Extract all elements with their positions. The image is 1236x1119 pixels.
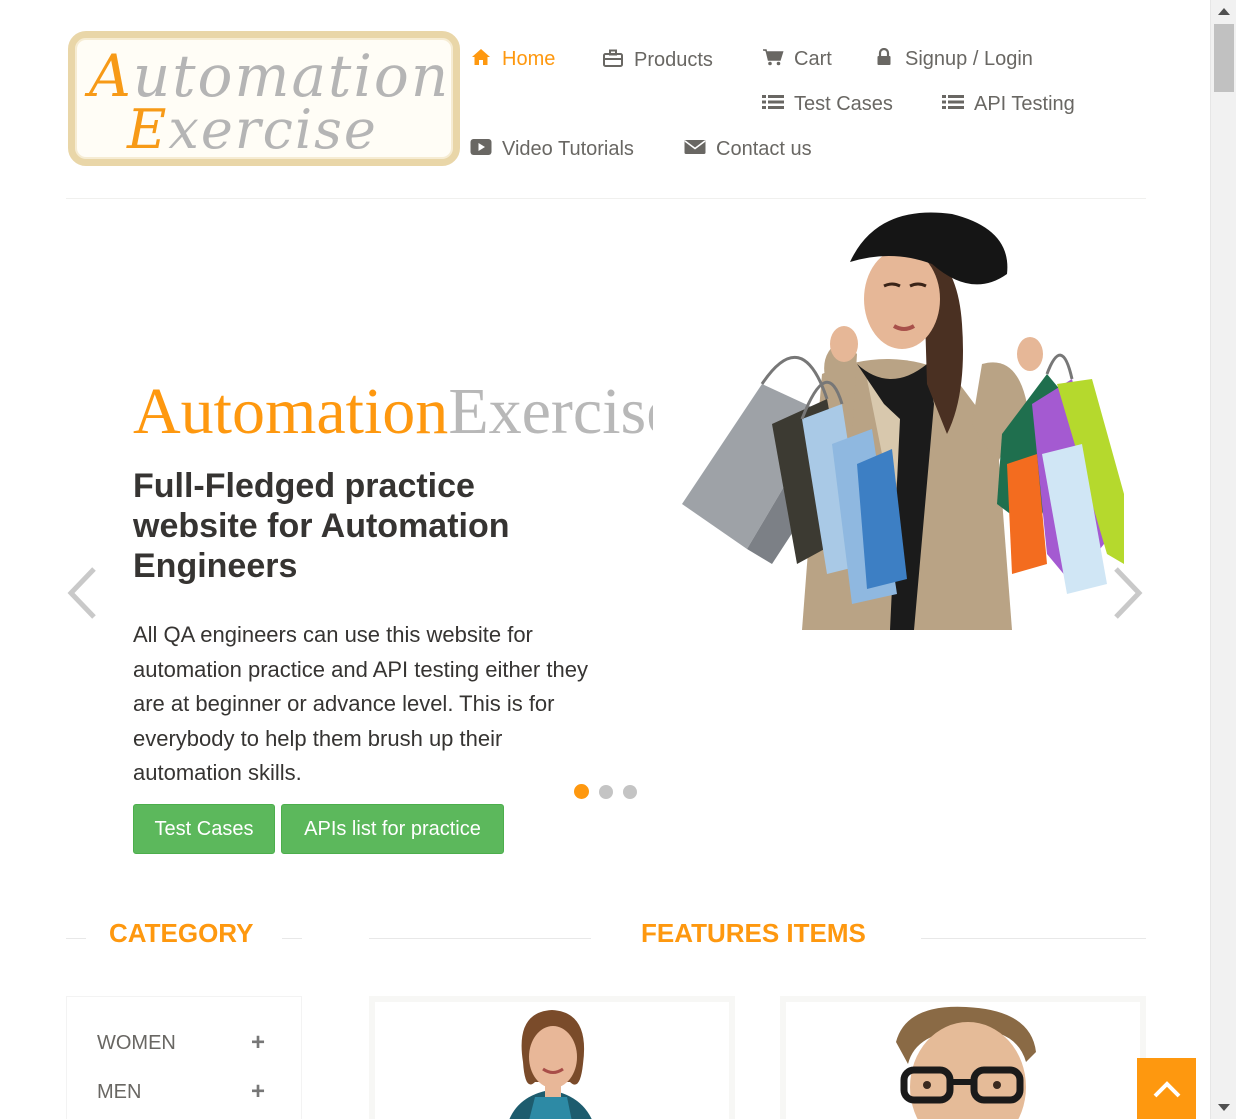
category-title-rule-left xyxy=(66,938,86,939)
nav-video-tutorials-label: Video Tutorials xyxy=(502,138,634,160)
slider-indicators xyxy=(574,784,637,799)
nav-home-label: Home xyxy=(502,48,556,70)
slide-indicator-2[interactable] xyxy=(599,784,613,799)
category-women-label: WOMEN xyxy=(97,1031,176,1054)
nav-home[interactable]: Home xyxy=(470,48,555,71)
slider-prev-button[interactable] xyxy=(66,566,98,620)
nav-cart[interactable]: Cart xyxy=(762,48,832,71)
category-men[interactable]: MEN + xyxy=(97,1078,265,1106)
scroll-up-arrow[interactable] xyxy=(1218,8,1230,15)
slider-description: All QA engineers can use this website fo… xyxy=(133,622,588,785)
category-panel: WOMEN + MEN + xyxy=(66,996,302,1119)
nav-products-label: Products xyxy=(634,49,713,71)
page-scrollbar[interactable] xyxy=(1210,0,1236,1119)
apis-list-button[interactable]: APIs list for practice xyxy=(281,804,504,854)
category-title-rule-right xyxy=(282,938,302,939)
lock-icon xyxy=(873,47,895,71)
scroll-to-top-button[interactable] xyxy=(1137,1058,1196,1119)
site-logo[interactable]: Automation Exercise xyxy=(68,31,460,166)
category-men-label: MEN xyxy=(97,1080,142,1103)
nav-video-tutorials[interactable]: Video Tutorials xyxy=(470,138,634,161)
logo-line-2: Exercise xyxy=(127,98,378,161)
product-image xyxy=(896,1006,1036,1119)
plus-icon[interactable]: + xyxy=(251,1029,265,1057)
slider-headline: Full-Fledged practice website for Automa… xyxy=(133,467,510,585)
product-card xyxy=(780,996,1146,1119)
test-cases-button[interactable]: Test Cases xyxy=(133,804,275,854)
nav-contact-us-label: Contact us xyxy=(716,138,812,160)
briefcase-icon xyxy=(602,49,624,72)
category-title: CATEGORY xyxy=(109,918,254,948)
nav-test-cases-label: Test Cases xyxy=(794,93,893,115)
nav-test-cases[interactable]: Test Cases xyxy=(762,93,893,116)
nav-signup-login-label: Signup / Login xyxy=(905,48,1033,70)
chevron-up-icon xyxy=(1153,1080,1180,1097)
slide-indicator-1[interactable] xyxy=(574,784,589,799)
features-title-rule-right xyxy=(921,938,1146,939)
nav-products[interactable]: Products xyxy=(602,49,713,72)
scroll-down-arrow[interactable] xyxy=(1218,1104,1230,1111)
slide-indicator-3[interactable] xyxy=(623,784,637,799)
slider-brand-title: AutomationExercise xyxy=(133,375,653,448)
features-items-title: FEATURES ITEMS xyxy=(641,918,866,948)
list-icon xyxy=(942,94,964,115)
cart-icon xyxy=(762,48,784,71)
youtube-play-icon xyxy=(470,138,492,161)
nav-cart-label: Cart xyxy=(794,48,832,70)
home-icon xyxy=(470,48,492,71)
product-image xyxy=(509,1010,592,1119)
nav-contact-us[interactable]: Contact us xyxy=(684,138,812,161)
list-icon xyxy=(762,94,784,115)
features-title-rule-left xyxy=(369,938,591,939)
nav-signup-login[interactable]: Signup / Login xyxy=(873,47,1033,71)
hero-shopper-image xyxy=(652,204,1124,630)
scrollbar-thumb[interactable] xyxy=(1214,24,1234,92)
header-divider xyxy=(66,198,1146,199)
plus-icon[interactable]: + xyxy=(251,1078,265,1106)
category-women[interactable]: WOMEN + xyxy=(97,1029,265,1057)
nav-api-testing[interactable]: API Testing xyxy=(942,93,1075,116)
envelope-icon xyxy=(684,139,706,160)
chevron-left-icon xyxy=(67,567,96,619)
nav-api-testing-label: API Testing xyxy=(974,93,1075,115)
product-card xyxy=(369,996,735,1119)
